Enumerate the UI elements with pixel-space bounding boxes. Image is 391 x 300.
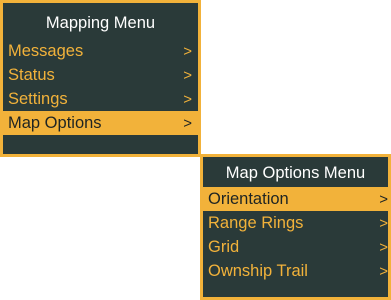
chevron-right-icon: > [379, 238, 388, 256]
map-options-menu: Map Options Menu Orientation > Range Rin… [200, 154, 391, 300]
menu-item-range-rings[interactable]: Range Rings > [203, 211, 388, 235]
menu-item-map-options[interactable]: Map Options > [3, 111, 198, 135]
chevron-right-icon: > [183, 114, 192, 132]
chevron-right-icon: > [183, 90, 192, 108]
menu-item-label: Range Rings [208, 213, 304, 232]
menu-item-label: Ownship Trail [208, 261, 308, 280]
menu-item-grid[interactable]: Grid > [203, 235, 388, 259]
chevron-right-icon: > [379, 190, 388, 208]
chevron-right-icon: > [183, 42, 192, 60]
menu-item-label: Messages [8, 41, 84, 60]
menu-item-label: Settings [8, 89, 68, 108]
menu-item-status[interactable]: Status > [3, 63, 198, 87]
menu-item-label: Grid [208, 237, 240, 256]
menu-item-ownship-trail[interactable]: Ownship Trail > [203, 259, 388, 283]
mapping-menu-title: Mapping Menu [45, 14, 156, 32]
mapping-menu: Mapping Menu Messages > Status > Setting… [0, 0, 201, 157]
chevron-right-icon: > [379, 262, 388, 280]
menu-item-messages[interactable]: Messages > [3, 39, 198, 63]
chevron-right-icon: > [379, 214, 388, 232]
menu-item-settings[interactable]: Settings > [3, 87, 198, 111]
menu-item-label: Orientation [208, 189, 289, 208]
map-options-menu-title: Map Options Menu [225, 164, 366, 182]
menu-item-label: Status [8, 65, 55, 84]
menu-item-label: Map Options [8, 113, 102, 132]
chevron-right-icon: > [183, 66, 192, 84]
menu-item-orientation[interactable]: Orientation > [203, 187, 388, 211]
